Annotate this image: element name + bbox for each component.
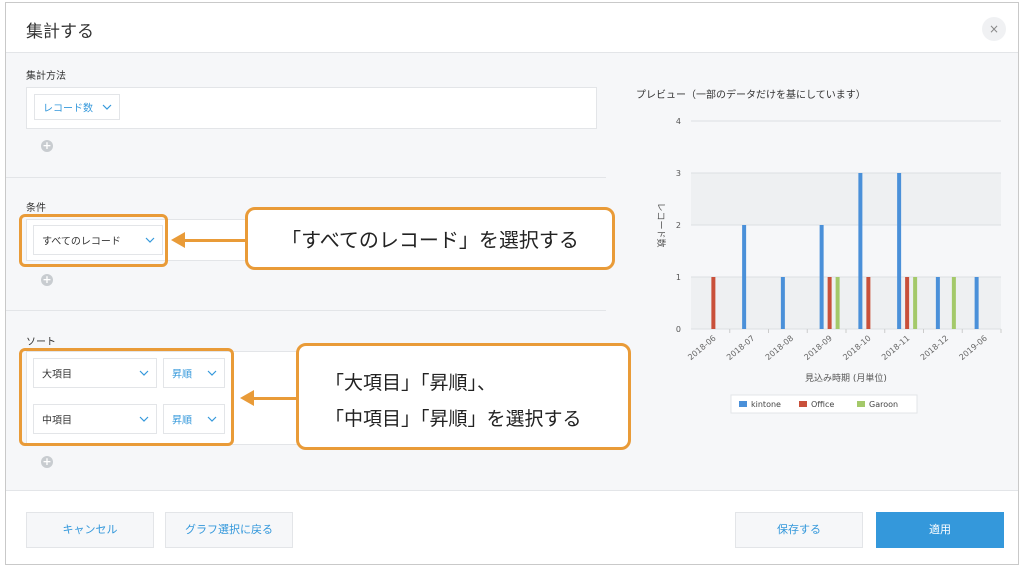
cancel-button[interactable]: キャンセル xyxy=(26,512,154,548)
x-axis-label: 見込み時期 (月単位) xyxy=(805,372,887,384)
conditions-label: 条件 xyxy=(26,203,46,214)
condition-callout: 「すべてのレコード」を選択する xyxy=(245,207,615,270)
aggregation-select-value: レコード数 xyxy=(43,103,93,115)
legend-label: kintone xyxy=(751,400,781,409)
bar-kintone xyxy=(935,277,940,329)
preview-chart: 01234レコード数2018-06 2018-07 2018-08 2018-09 20… xyxy=(655,117,1002,414)
sort-callout-line2: 「中項目」「昇順」を選択する xyxy=(325,408,582,430)
aggregation-label: 集計方法 xyxy=(26,71,66,82)
y-tick-label: 0 xyxy=(676,325,681,334)
bar-kintone xyxy=(974,277,979,329)
divider xyxy=(6,310,606,311)
y-tick-label: 4 xyxy=(676,117,681,126)
x-tick-label: 2018-11 xyxy=(880,334,911,362)
arrow-line xyxy=(184,239,246,242)
chevron-down-icon xyxy=(102,104,112,110)
condition-highlight xyxy=(19,214,168,267)
x-tick-label: 2019-06 xyxy=(958,334,989,362)
dialog-title: 集計する xyxy=(26,22,94,42)
y-tick-label: 3 xyxy=(676,169,681,178)
sort-label: ソート xyxy=(26,337,56,348)
apply-button[interactable]: 適用 xyxy=(876,512,1004,548)
bar-kintone xyxy=(897,173,902,329)
back-to-graph-select-button[interactable]: グラフ選択に戻る xyxy=(165,512,293,548)
legend-swatch xyxy=(799,401,807,407)
divider xyxy=(6,177,606,178)
y-tick-label: 2 xyxy=(676,221,681,230)
x-tick-label: 2018-07 xyxy=(725,334,756,362)
add-sort-button[interactable]: + xyxy=(41,456,53,468)
bar-Garoon xyxy=(951,277,956,329)
sort-highlight xyxy=(19,348,234,446)
bar-Garoon xyxy=(913,277,918,329)
arrow-left-icon xyxy=(171,232,185,248)
x-tick-label: 2018-06 xyxy=(686,334,717,362)
y-tick-label: 1 xyxy=(676,273,681,282)
legend-label: Garoon xyxy=(869,400,898,409)
y-axis-label: レコード数 xyxy=(655,202,667,247)
close-icon[interactable]: × xyxy=(982,17,1006,41)
grid-band xyxy=(691,173,1001,225)
condition-callout-text: 「すべてのレコード」を選択する xyxy=(281,228,579,252)
x-tick-label: 2018-10 xyxy=(841,334,872,362)
legend-swatch xyxy=(739,401,747,407)
bar-Garoon xyxy=(835,277,840,329)
aggregate-dialog: 集計する × 集計方法 レコード数 + 条件 すべてのレコード + ソート 大項… xyxy=(5,2,1019,565)
bar-kintone xyxy=(858,173,863,329)
x-tick-label: 2018-12 xyxy=(919,334,950,362)
sort-callout: 「大項目」「昇順」、 「中項目」「昇順」を選択する xyxy=(296,343,631,450)
preview-title: プレビュー（一部のデータだけを基にしています） xyxy=(636,90,866,101)
bar-kintone xyxy=(780,277,785,329)
bar-Office xyxy=(711,277,716,329)
x-tick-label: 2018-09 xyxy=(803,334,834,362)
bar-Office xyxy=(905,277,910,329)
aggregation-select[interactable]: レコード数 xyxy=(34,94,120,120)
x-tick-label: 2018-08 xyxy=(764,334,795,362)
arrow-line xyxy=(253,397,298,400)
bar-kintone xyxy=(819,225,824,329)
dialog-header: 集計する × xyxy=(6,3,1018,53)
dialog-footer: キャンセル グラフ選択に戻る 保存する 適用 xyxy=(6,490,1018,564)
bar-kintone xyxy=(742,225,747,329)
legend-swatch xyxy=(857,401,865,407)
add-condition-button[interactable]: + xyxy=(41,274,53,286)
save-button[interactable]: 保存する xyxy=(735,512,863,548)
bar-Office xyxy=(827,277,832,329)
sort-callout-line1: 「大項目」「昇順」、 xyxy=(325,372,497,394)
bar-Office xyxy=(866,277,871,329)
arrow-left-icon xyxy=(240,390,254,406)
aggregation-box: レコード数 xyxy=(26,87,597,129)
legend-label: Office xyxy=(811,400,834,409)
add-aggregation-button[interactable]: + xyxy=(41,140,53,152)
